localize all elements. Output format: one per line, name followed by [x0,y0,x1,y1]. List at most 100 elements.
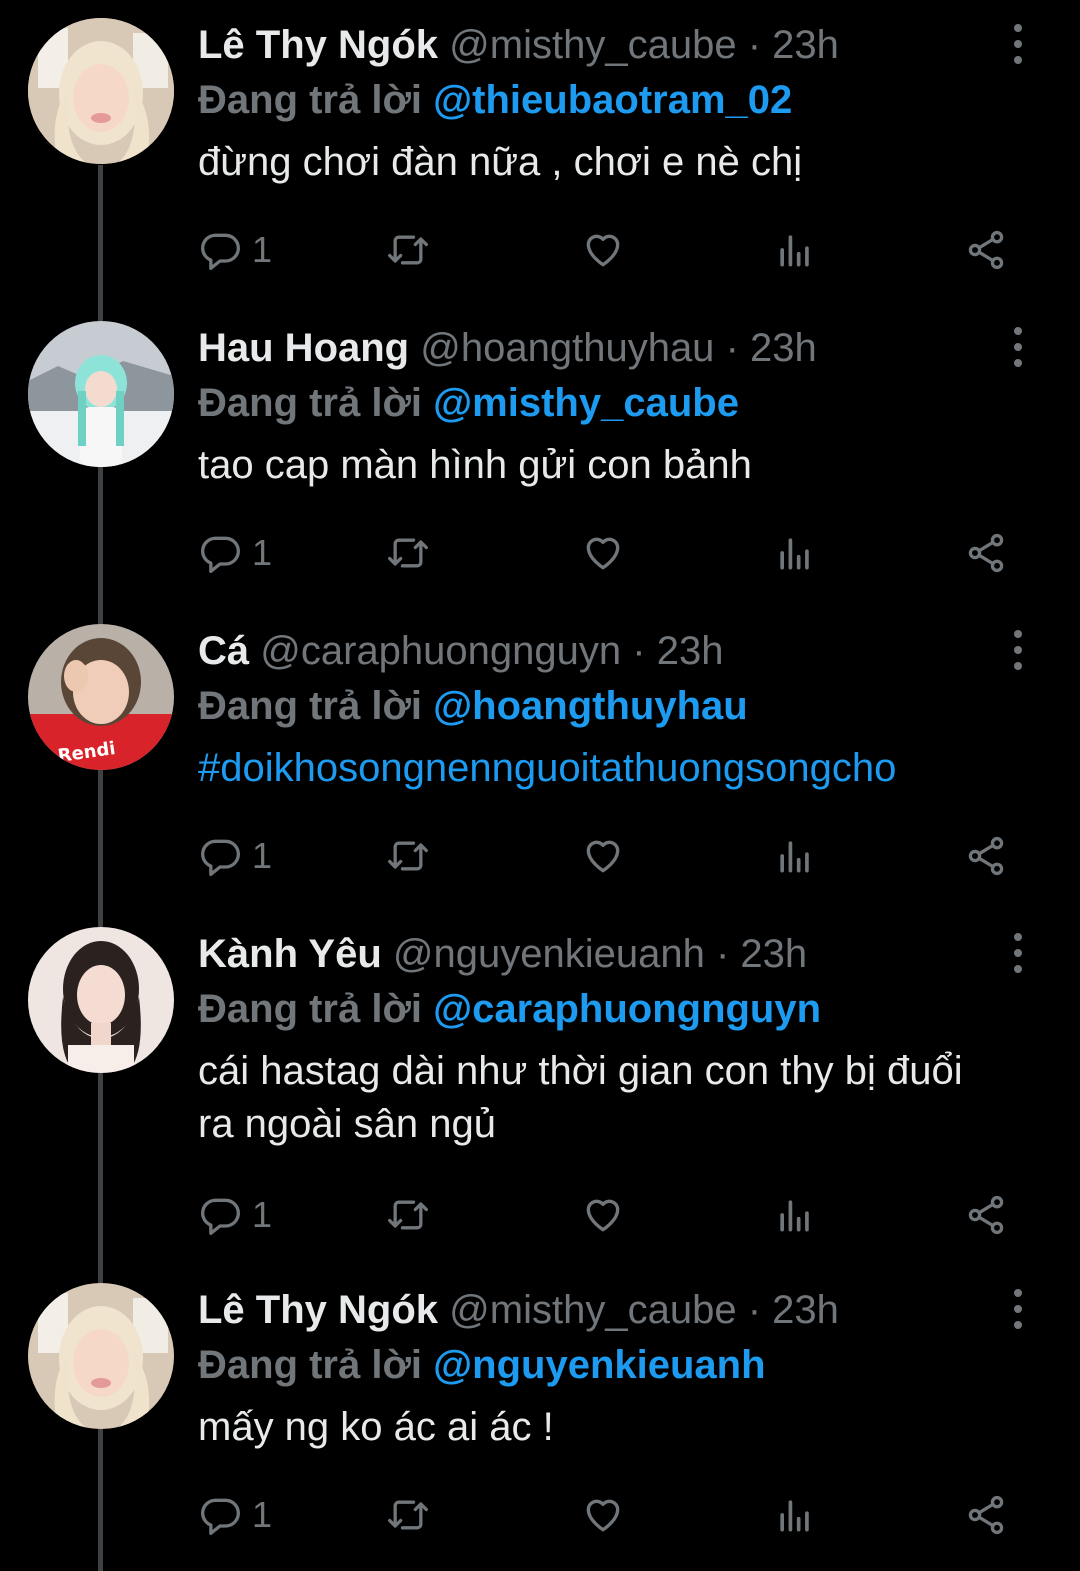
replying-to: Đang trả lời @nguyenkieuanh [198,1338,766,1392]
mention-link[interactable]: @caraphuongnguyn [433,987,821,1031]
reply-button[interactable]: 1 [198,1189,272,1241]
avatar-image [28,321,174,467]
separator-dot: · [632,629,646,673]
user-handle[interactable]: @misthy_caube [449,1288,736,1332]
retweet-button[interactable] [386,527,430,579]
retweet-button[interactable] [386,830,430,882]
user-handle[interactable]: @hoangthuyhau [420,326,714,370]
tweet-header: Kành Yêu @nguyenkieuanh · 23h [198,927,807,981]
user-handle[interactable]: @misthy_caube [449,23,736,67]
tweet-header: Lê Thy Ngók @misthy_caube · 23h [198,1283,839,1337]
like-icon [586,537,620,570]
retweet-icon [388,538,428,568]
mention-link[interactable]: @hoangthuyhau [433,684,748,728]
display-name[interactable]: Hau Hoang [198,326,409,370]
retweet-button[interactable] [386,1489,430,1541]
timestamp[interactable]: 23h [750,326,817,370]
reply-count: 1 [252,532,273,573]
display-name[interactable]: Kành Yêu [198,932,382,976]
avatar-image [28,927,174,1073]
reply-button[interactable]: 1 [198,1489,272,1541]
like-button[interactable] [581,1189,625,1241]
more-icon[interactable] [1000,24,1036,64]
reply-icon [201,536,240,573]
share-button[interactable] [964,527,1008,579]
reply-button[interactable]: 1 [198,830,272,882]
replying-to-label: Đang trả lời [198,381,423,425]
reply-icon [201,839,240,876]
avatar[interactable] [28,927,174,1073]
share-button[interactable] [964,1189,1008,1241]
avatar[interactable] [28,18,174,164]
replying-to: Đang trả lời @hoangthuyhau [198,679,748,733]
mention-link[interactable]: @nguyenkieuanh [433,1343,765,1387]
display-name[interactable]: Lê Thy Ngók [198,1288,438,1332]
share-icon [968,1495,1004,1535]
tweet-header: Hau Hoang @hoangthuyhau · 23h [198,321,817,375]
avatar[interactable] [28,1283,174,1429]
display-name[interactable]: Lê Thy Ngók [198,23,438,67]
reply-button[interactable]: 1 [198,527,272,579]
share-button[interactable] [964,1489,1008,1541]
replying-to-label: Đang trả lời [198,78,423,122]
replying-to-label: Đang trả lời [198,1343,423,1387]
reply-count: 1 [252,835,273,876]
more-icon[interactable] [1000,630,1036,670]
timestamp[interactable]: 23h [772,1288,839,1332]
avatar[interactable] [28,321,174,467]
like-button[interactable] [581,830,625,882]
tweet-text: mấy ng ko ác ai ác ! [198,1405,554,1449]
analytics-icon [780,235,809,267]
like-button[interactable] [581,1489,625,1541]
analytics-button[interactable] [773,830,817,882]
analytics-button[interactable] [773,224,817,276]
share-button[interactable] [964,224,1008,276]
more-icon[interactable] [1000,933,1036,973]
share-icon [968,533,1004,573]
retweet-icon [388,1500,428,1530]
more-icon[interactable] [1000,1289,1036,1329]
retweet-button[interactable] [386,224,430,276]
hashtag-link[interactable]: #doikhosongnennguoitathuongsongcho [198,742,1018,795]
share-icon [968,1195,1004,1235]
reply-count: 1 [252,1494,273,1535]
separator-dot: · [747,23,762,67]
avatar-image [28,1283,174,1429]
analytics-button[interactable] [773,1189,817,1241]
like-button[interactable] [581,224,625,276]
analytics-button[interactable] [773,527,817,579]
share-icon [968,836,1004,876]
separator-dot: · [715,932,730,976]
reply-icon [201,233,240,270]
timestamp[interactable]: 23h [772,23,839,67]
like-icon [586,234,620,267]
tweet-header: Lê Thy Ngók @misthy_caube · 23h [198,18,839,72]
user-handle[interactable]: @caraphuongnguyn [260,629,621,673]
display-name[interactable]: Cá [198,629,249,673]
like-button[interactable] [581,527,625,579]
tweet-text: tao cap màn hình gửi con bảnh [198,443,752,487]
separator-dot: · [747,1288,762,1332]
tweet-text: cái hastag dài như thời gian con thy bị … [198,1049,963,1146]
retweet-icon [388,1200,428,1230]
replying-to-label: Đang trả lời [198,987,423,1031]
retweet-icon [388,841,428,871]
avatar[interactable]: Rendi [28,624,174,770]
analytics-icon [780,538,809,570]
tweet-actions: 1 [198,527,1018,579]
share-button[interactable] [964,830,1008,882]
mention-link[interactable]: @thieubaotram_02 [433,78,792,122]
tweet-actions: 1 [198,1489,1018,1541]
user-handle[interactable]: @nguyenkieuanh [393,932,705,976]
timestamp[interactable]: 23h [657,629,724,673]
analytics-button[interactable] [773,1489,817,1541]
more-icon[interactable] [1000,327,1036,367]
analytics-icon [780,841,809,873]
like-icon [586,1499,620,1532]
retweet-button[interactable] [386,1189,430,1241]
reply-icon [201,1198,240,1235]
reply-button[interactable]: 1 [198,224,272,276]
timestamp[interactable]: 23h [740,932,807,976]
mention-link[interactable]: @misthy_caube [433,381,739,425]
analytics-icon [780,1500,809,1532]
